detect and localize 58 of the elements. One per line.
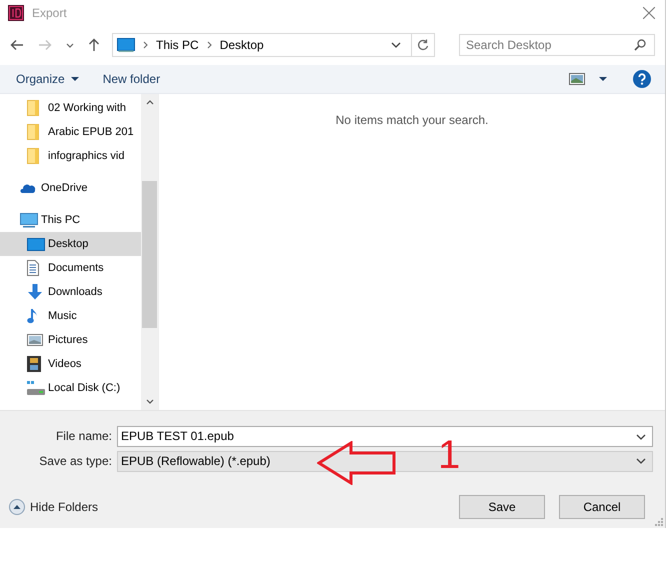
sidebar-item[interactable]: This PC [0, 208, 141, 232]
sidebar-item[interactable]: OneDrive [0, 176, 141, 200]
empty-message: No items match your search. [336, 113, 488, 127]
picture-icon [27, 334, 43, 346]
sidebar-item[interactable]: Pictures [0, 328, 141, 352]
chevron-down-icon[interactable] [391, 42, 401, 48]
monitor-icon [20, 212, 38, 228]
monitor-icon [117, 38, 135, 52]
chevron-right-icon [206, 41, 212, 49]
sidebar-item[interactable]: Music [0, 304, 141, 328]
up-arrow-icon[interactable] [88, 38, 100, 52]
cancel-button[interactable]: Cancel [559, 495, 645, 519]
organize-menu[interactable]: Organize [16, 72, 65, 86]
sidebar-item[interactable]: Videos [0, 352, 141, 376]
back-arrow-icon[interactable] [10, 39, 24, 51]
chevron-up-icon [9, 499, 25, 515]
hard-drive-icon [27, 381, 45, 395]
scrollbar[interactable] [141, 94, 158, 410]
hide-folders-button[interactable]: Hide Folders [9, 499, 98, 515]
down-arrow-icon [27, 284, 43, 300]
file-name-label: File name: [54, 429, 113, 443]
film-icon [27, 356, 41, 372]
chevron-down-icon[interactable] [636, 458, 646, 464]
search-field[interactable]: Search Desktop [459, 34, 655, 56]
sidebar-item[interactable]: Documents [0, 256, 141, 280]
close-icon[interactable] [643, 6, 655, 18]
new-folder-button[interactable]: New folder [102, 72, 160, 86]
folder-icon [27, 148, 39, 164]
sidebar-item[interactable]: Downloads [0, 280, 141, 304]
sidebar-item[interactable]: infographics vid [0, 144, 141, 168]
save-as-type-label: Save as type: [38, 454, 113, 468]
save-button[interactable]: Save [459, 495, 545, 519]
view-options-icon[interactable] [569, 73, 585, 85]
chevron-down-icon[interactable] [636, 434, 646, 440]
chevron-right-icon [143, 41, 148, 49]
monitor-icon [27, 238, 45, 250]
chevron-down-icon[interactable] [66, 42, 74, 48]
caret-icon[interactable] [599, 77, 607, 81]
resize-grip-icon[interactable] [655, 518, 663, 526]
cloud-icon [20, 183, 36, 193]
folder-icon [27, 100, 39, 116]
window-title: Export [32, 6, 67, 20]
chevron-down-icon[interactable] [146, 399, 154, 404]
sidebar-item[interactable]: Desktop [0, 232, 141, 256]
music-note-icon [27, 308, 39, 324]
folder-icon [27, 124, 39, 140]
document-icon [27, 260, 39, 276]
sidebar-item[interactable]: Local Disk (C:) [0, 376, 141, 400]
caret-icon [70, 77, 79, 81]
app-logo-icon [8, 4, 24, 20]
search-icon [634, 39, 646, 51]
breadcrumb[interactable]: Desktop [220, 38, 264, 52]
chevron-up-icon[interactable] [146, 100, 154, 105]
sidebar-item[interactable]: 02 Working with [0, 96, 141, 120]
address-bar[interactable]: This PC Desktop [112, 33, 435, 57]
sidebar-item[interactable]: Arabic EPUB 201 [0, 120, 141, 144]
help-icon[interactable] [633, 70, 651, 88]
breadcrumb[interactable]: This PC [156, 38, 199, 52]
